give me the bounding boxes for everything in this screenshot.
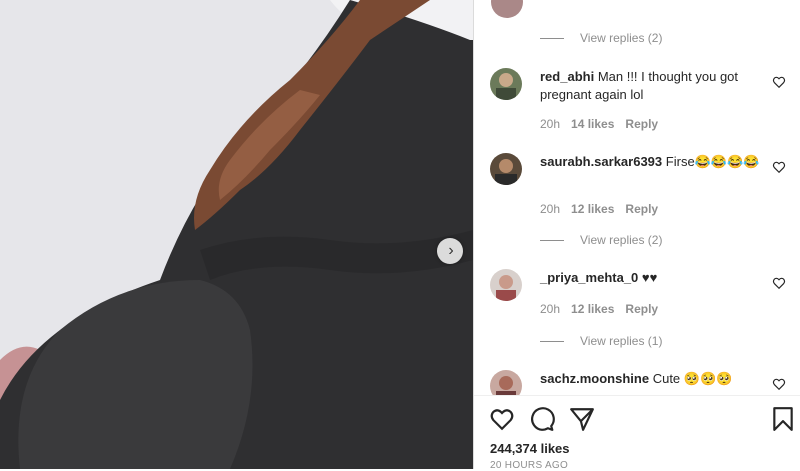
comment-time[interactable]: 20h (540, 302, 560, 316)
comment-username[interactable]: saurabh.sarkar6393 (540, 154, 662, 169)
comment-body: _priya_mehta_0 ♥♥ (540, 269, 768, 287)
paper-plane-icon[interactable] (569, 406, 595, 432)
comment-bubble-icon[interactable] (529, 406, 555, 432)
view-replies-label: View replies (1) (580, 334, 663, 348)
divider-line (540, 37, 564, 39)
comments-list[interactable]: View replies (2) red_abhi Man !!! I thou… (474, 0, 800, 395)
chevron-right-icon: › (448, 242, 454, 259)
avatar[interactable] (490, 370, 522, 395)
avatar[interactable] (490, 153, 522, 185)
bookmark-icon[interactable] (770, 406, 796, 432)
view-replies-button[interactable]: View replies (1) (540, 334, 662, 348)
comments-panel: View replies (2) red_abhi Man !!! I thou… (474, 0, 800, 471)
heart-icon[interactable] (772, 75, 786, 89)
heart-icon[interactable] (772, 276, 786, 290)
comment-body: sachz.moonshine Cute 🥺🥺🥺 (540, 370, 768, 388)
likes-count[interactable]: 244,374 likes (490, 441, 570, 456)
post-timestamp[interactable]: 20 HOURS AGO (490, 460, 568, 471)
comment-meta: 20h 14 likes Reply (540, 117, 658, 131)
reply-button[interactable]: Reply (625, 302, 658, 316)
post-media[interactable]: › (0, 0, 473, 469)
reply-button[interactable]: Reply (625, 117, 658, 131)
heart-icon[interactable] (772, 377, 786, 391)
view-replies-label: View replies (2) (580, 31, 663, 45)
comment-text: ♥♥ (641, 270, 658, 285)
comment-time[interactable]: 20h (540, 202, 560, 216)
comment-meta: 20h 12 likes Reply (540, 202, 658, 216)
divider-line (540, 239, 564, 241)
comment-username[interactable]: sachz.moonshine (540, 371, 649, 386)
reply-button[interactable]: Reply (625, 202, 658, 216)
heart-icon[interactable] (489, 406, 515, 432)
comment-meta: 20h 12 likes Reply (540, 302, 658, 316)
view-replies-button[interactable]: View replies (2) (540, 233, 662, 247)
avatar[interactable] (491, 0, 523, 18)
comment-body: red_abhi Man !!! I thought you got pregn… (540, 68, 768, 104)
comment-likes[interactable]: 14 likes (571, 117, 614, 131)
comment-likes[interactable]: 12 likes (571, 202, 614, 216)
post-photo (0, 0, 473, 469)
comment-time[interactable]: 20h (540, 117, 560, 131)
comment-text: Cute 🥺🥺🥺 (652, 371, 733, 386)
avatar[interactable] (490, 269, 522, 301)
post-actions-bar: 244,374 likes 20 HOURS AGO (474, 395, 800, 471)
avatar[interactable] (490, 68, 522, 100)
comment-text: Firse😂😂😂😂 (665, 154, 760, 169)
divider-line (540, 340, 564, 342)
comment-username[interactable]: red_abhi (540, 69, 594, 84)
comment-likes[interactable]: 12 likes (571, 302, 614, 316)
comment-body: saurabh.sarkar6393 Firse😂😂😂😂 (540, 153, 768, 171)
next-photo-button[interactable]: › (437, 238, 463, 264)
view-replies-label: View replies (2) (580, 233, 663, 247)
comment-username[interactable]: _priya_mehta_0 (540, 270, 638, 285)
view-replies-button[interactable]: View replies (2) (540, 31, 662, 45)
heart-icon[interactable] (772, 160, 786, 174)
